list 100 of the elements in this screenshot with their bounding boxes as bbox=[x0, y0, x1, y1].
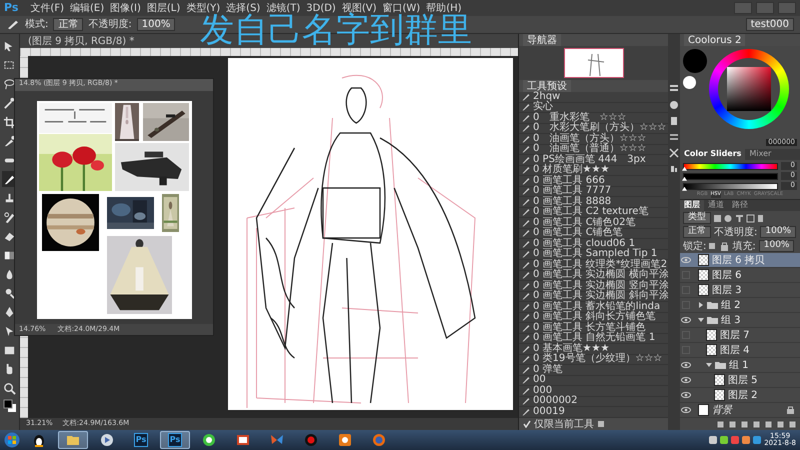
media-player-icon[interactable] bbox=[100, 433, 114, 447]
layer-row[interactable]: 图层 4 bbox=[680, 343, 800, 358]
taskbar-app-button[interactable]: Ps bbox=[160, 431, 190, 449]
menu-item[interactable]: 选择(S) bbox=[226, 2, 260, 14]
opacity-field[interactable]: 100% bbox=[136, 18, 176, 31]
panel-tab[interactable]: 导航器 bbox=[523, 34, 561, 46]
panel-tab[interactable]: Coolorus 2 bbox=[684, 34, 746, 46]
filter-dropdown[interactable]: 类型 bbox=[683, 212, 711, 224]
menu-item[interactable]: 图像(I) bbox=[110, 2, 141, 14]
preset-item[interactable]: 0 画笔工具 实边椭圆 横向平涂 bbox=[533, 270, 669, 280]
zoom-tool-icon[interactable] bbox=[3, 382, 16, 394]
color-swatches-icon[interactable] bbox=[2, 399, 16, 413]
preset-item[interactable]: 0 油画笔（方头）☆☆☆ bbox=[533, 134, 646, 144]
penguin-icon[interactable] bbox=[32, 433, 46, 447]
preset-item[interactable]: 0 画笔工具 C2 texture笔 bbox=[533, 207, 648, 218]
preset-item[interactable]: 0 水彩大笔刷（方头）☆☆☆ bbox=[533, 123, 666, 134]
eye-icon[interactable] bbox=[681, 362, 691, 368]
start-button[interactable] bbox=[4, 432, 20, 448]
slider-thumb[interactable] bbox=[682, 166, 687, 171]
caret-icon[interactable] bbox=[698, 317, 704, 323]
background-swatch[interactable] bbox=[683, 76, 696, 89]
game-icon[interactable] bbox=[338, 433, 352, 447]
layer-row[interactable]: 图层 7 bbox=[680, 328, 800, 343]
layer-row[interactable]: 图层 2 bbox=[680, 388, 800, 403]
path-tool-icon[interactable] bbox=[3, 324, 16, 338]
blend-mode-dropdown[interactable]: 正常 bbox=[683, 226, 711, 238]
mode-dropdown[interactable]: 正常 bbox=[53, 18, 84, 31]
eye-icon[interactable] bbox=[681, 377, 691, 383]
preset-item[interactable]: 0 基本画笔★★★ bbox=[533, 344, 610, 354]
taskbar-app-button[interactable]: Ps bbox=[126, 431, 156, 449]
panel-tab[interactable]: Color Sliders bbox=[680, 149, 746, 160]
foreground-swatch[interactable] bbox=[683, 49, 707, 73]
preset-item[interactable]: 0 画笔工具 实边椭圆 斜向平涂 bbox=[533, 291, 669, 302]
menu-item[interactable]: 编辑(E) bbox=[70, 2, 104, 14]
menu-item[interactable]: 3D(D) bbox=[306, 2, 336, 14]
menu-item[interactable]: 滤镜(T) bbox=[266, 2, 300, 14]
record-icon[interactable] bbox=[304, 433, 318, 447]
menu-item[interactable]: 视图(V) bbox=[342, 2, 376, 14]
preset-item[interactable]: 0 画笔工具 666 bbox=[533, 176, 605, 186]
preset-item[interactable]: 0 重水彩笔 ☆☆☆ bbox=[533, 112, 626, 123]
eyedropper-tool-icon[interactable] bbox=[3, 134, 16, 148]
preset-item[interactable]: 0 画笔工具 自然无铅画笔 1 bbox=[533, 333, 656, 344]
sliders-icon[interactable] bbox=[669, 132, 679, 142]
preset-item[interactable]: 0 油画笔（普通）☆☆☆ bbox=[533, 144, 646, 154]
preset-item[interactable]: 0 画笔工具 蓄水铅笔的linda bbox=[533, 302, 660, 312]
preset-item[interactable]: 00019 bbox=[533, 406, 565, 417]
preset-item[interactable]: 0 材质笔刷★★★ bbox=[533, 165, 610, 176]
panel-tab[interactable]: Mixer bbox=[745, 149, 776, 160]
slider-thumb[interactable] bbox=[682, 176, 687, 181]
layer-row[interactable]: 组 3 bbox=[680, 313, 800, 328]
document-tab[interactable]: (图层 9 拷贝, RGB/8) * bbox=[28, 36, 134, 46]
lock-icons-drawing[interactable] bbox=[709, 242, 730, 250]
panel-tab[interactable]: 路径 bbox=[728, 200, 752, 211]
menu-item[interactable]: 窗口(W) bbox=[382, 2, 420, 14]
caret-icon[interactable] bbox=[706, 362, 712, 368]
panel-tab[interactable]: 通道 bbox=[704, 200, 728, 211]
preset-item[interactable]: 000 bbox=[533, 386, 552, 396]
eye-icon[interactable] bbox=[681, 257, 691, 263]
preset-item[interactable]: 0 画笔工具 长方笔斗铺色 bbox=[533, 322, 646, 333]
slides-icon[interactable] bbox=[236, 433, 250, 447]
preset-item[interactable]: 0 画笔工具 实边椭圆 竖向平涂 bbox=[533, 280, 669, 291]
navigator-thumbnail[interactable] bbox=[564, 48, 624, 78]
checkmark-icon[interactable] bbox=[523, 420, 531, 428]
layer-row[interactable]: 组 1 bbox=[680, 358, 800, 373]
preset-item[interactable]: 0 画笔工具 纹理类*纹理画笔2 bbox=[533, 260, 668, 270]
eye-icon[interactable] bbox=[681, 392, 691, 398]
caret-icon[interactable] bbox=[698, 302, 704, 308]
bars-icon[interactable] bbox=[669, 164, 679, 174]
panel-tab[interactable]: 图层 bbox=[680, 200, 704, 211]
brush-icon[interactable] bbox=[6, 18, 20, 30]
preset-item[interactable]: 0 类19号笔（少纹理）☆☆☆ bbox=[533, 354, 662, 364]
pen-tool-icon[interactable] bbox=[3, 306, 16, 318]
menu-item[interactable]: 帮助(H) bbox=[426, 2, 462, 14]
panel-tab[interactable]: 工具预设 bbox=[523, 80, 571, 92]
lasso-tool-icon[interactable] bbox=[3, 78, 16, 90]
color-square[interactable] bbox=[727, 67, 771, 111]
preset-item[interactable]: 0000002 bbox=[533, 396, 578, 406]
chat-icon[interactable] bbox=[202, 433, 216, 447]
layer-row[interactable]: 图层 6 bbox=[680, 268, 800, 283]
slider-thumb[interactable] bbox=[682, 186, 687, 191]
preset-item[interactable]: 0 画笔工具 Sampled Tip 1 bbox=[533, 249, 658, 260]
panel-toggle-icon[interactable] bbox=[669, 84, 679, 94]
preset-item[interactable]: 00 bbox=[533, 375, 546, 386]
wand-tool-icon[interactable] bbox=[3, 96, 16, 110]
preset-item[interactable]: 0 画笔工具 cloud06 1 bbox=[533, 238, 636, 249]
folder-icon[interactable] bbox=[66, 433, 80, 447]
fill-field[interactable]: 100% bbox=[758, 240, 794, 252]
browser-icon[interactable] bbox=[372, 433, 386, 447]
scissors-icon[interactable] bbox=[669, 148, 679, 158]
eye-icon[interactable] bbox=[681, 407, 691, 413]
preset-item[interactable]: 0 画笔工具 7777 bbox=[533, 186, 612, 196]
marquee-tool-icon[interactable] bbox=[3, 58, 16, 72]
preset-item[interactable]: 0 画笔工具 C铺色02笔 bbox=[533, 218, 636, 228]
menu-item[interactable]: 类型(Y) bbox=[186, 2, 220, 14]
layer-row[interactable]: 组 2 bbox=[680, 298, 800, 313]
eye-icon[interactable] bbox=[681, 317, 691, 323]
preset-item[interactable]: 0 弹笔 bbox=[533, 364, 563, 375]
layer-row[interactable]: 图层 6 拷贝 bbox=[680, 253, 800, 268]
dodge-tool-icon[interactable] bbox=[3, 286, 16, 300]
layer-row[interactable]: 图层 3 bbox=[680, 283, 800, 298]
